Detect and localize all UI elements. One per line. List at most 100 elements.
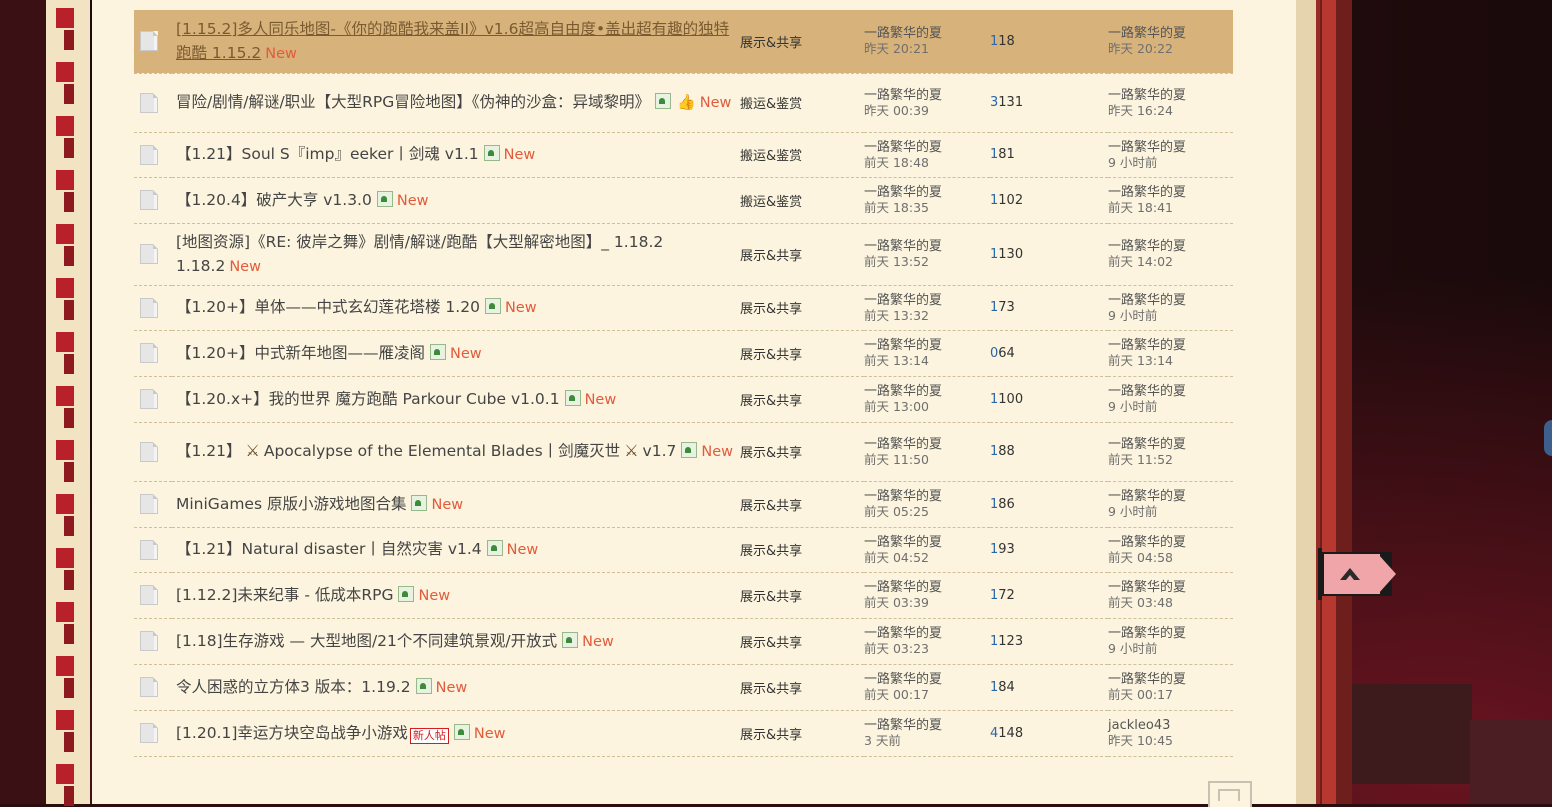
last-post-time[interactable]: 昨天 20:22: [1108, 41, 1233, 56]
last-poster-link[interactable]: 一路繁华的夏: [1108, 580, 1233, 595]
author-name-link[interactable]: 一路繁华的夏: [864, 185, 990, 200]
new-tag[interactable]: New: [701, 444, 733, 460]
forum-category-link[interactable]: 展示&共享: [740, 664, 864, 710]
thread-title-link[interactable]: [1.20.1]幸运方块空岛战争小游戏: [176, 724, 408, 742]
forum-category-link[interactable]: 搬运&鉴赏: [740, 73, 864, 132]
thread-document-icon[interactable]: [140, 244, 158, 264]
last-poster-link[interactable]: 一路繁华的夏: [1108, 140, 1233, 155]
last-post-time[interactable]: 前天 00:17: [1108, 687, 1233, 702]
last-post-time[interactable]: 前天 11:52: [1108, 452, 1233, 467]
forum-category-link[interactable]: 展示&共享: [740, 376, 864, 422]
thread-title-link[interactable]: 【1.20.4】破产大亨 v1.3.0: [176, 191, 372, 209]
new-tag[interactable]: New: [700, 95, 732, 111]
thread-title-link[interactable]: 【1.21】Soul S『imp』eeker丨剑魂 v1.1: [176, 145, 479, 163]
last-post-time[interactable]: 9 小时前: [1108, 399, 1233, 414]
forum-category-link[interactable]: 展示&共享: [740, 422, 864, 481]
author-name-link[interactable]: 一路繁华的夏: [864, 489, 990, 504]
thread-document-icon[interactable]: [140, 539, 158, 560]
thread-document-icon[interactable]: [140, 677, 158, 697]
last-poster-link[interactable]: 一路繁华的夏: [1108, 672, 1233, 687]
last-poster-link[interactable]: 一路繁华的夏: [1108, 535, 1233, 550]
last-poster-link[interactable]: 一路繁华的夏: [1108, 626, 1233, 641]
last-poster-link[interactable]: 一路繁华的夏: [1108, 384, 1233, 399]
last-post-time[interactable]: 9 小时前: [1108, 155, 1233, 170]
new-tag[interactable]: New: [507, 542, 539, 558]
last-post-time[interactable]: 前天 13:14: [1108, 353, 1233, 368]
side-scroll-handle[interactable]: [1544, 420, 1552, 456]
thread-document-icon[interactable]: [140, 343, 158, 363]
forum-category-link[interactable]: 展示&共享: [740, 10, 864, 73]
new-tag[interactable]: New: [505, 300, 537, 316]
author-name-link[interactable]: 一路繁华的夏: [864, 626, 990, 641]
last-post-time[interactable]: 9 小时前: [1108, 504, 1233, 519]
last-poster-link[interactable]: 一路繁华的夏: [1108, 338, 1233, 353]
last-poster-link[interactable]: 一路繁华的夏: [1108, 489, 1233, 504]
new-tag[interactable]: New: [418, 588, 450, 604]
last-post-time[interactable]: 前天 04:58: [1108, 550, 1233, 565]
new-tag[interactable]: New: [582, 634, 614, 650]
author-name-link[interactable]: 一路繁华的夏: [864, 437, 990, 452]
author-name-link[interactable]: 一路繁华的夏: [864, 140, 990, 155]
thread-title-link[interactable]: [1.15.2]多人同乐地图-《你的跑酷我来盖II》v1.6超高自由度•盖出超有…: [176, 20, 729, 62]
last-post-time[interactable]: 昨天 16:24: [1108, 103, 1233, 118]
new-tag[interactable]: New: [504, 147, 536, 163]
thread-document-icon[interactable]: [140, 144, 158, 165]
thread-title-link[interactable]: MiniGames 原版小游戏地图合集: [176, 495, 406, 513]
new-tag[interactable]: New: [585, 392, 617, 408]
last-post-time[interactable]: 9 小时前: [1108, 308, 1233, 323]
new-tag[interactable]: New: [229, 259, 261, 275]
new-tag[interactable]: New: [436, 680, 468, 696]
new-tag[interactable]: New: [431, 497, 463, 513]
forum-category-link[interactable]: 搬运&鉴赏: [740, 177, 864, 223]
thread-document-icon[interactable]: [140, 631, 158, 651]
thread-document-icon[interactable]: [140, 389, 158, 409]
forum-category-link[interactable]: 展示&共享: [740, 481, 864, 527]
last-post-time[interactable]: 前天 18:41: [1108, 200, 1233, 215]
last-poster-link[interactable]: 一路繁华的夏: [1108, 239, 1233, 254]
thread-title-link[interactable]: 令人困惑的立方体3 版本：1.19.2: [176, 678, 411, 696]
forum-category-link[interactable]: 展示&共享: [740, 710, 864, 756]
forum-category-link[interactable]: 展示&共享: [740, 572, 864, 618]
thread-document-icon[interactable]: [140, 297, 158, 318]
author-name-link[interactable]: 一路繁华的夏: [864, 535, 990, 550]
thread-title-link[interactable]: 【1.21】Natural disaster丨自然灾害 v1.4: [176, 540, 482, 558]
last-post-time[interactable]: 昨天 10:45: [1108, 733, 1233, 748]
author-name-link[interactable]: 一路繁华的夏: [864, 239, 990, 254]
author-name-link[interactable]: 一路繁华的夏: [864, 718, 990, 733]
pink-flag-icon[interactable]: [1318, 546, 1398, 600]
last-post-time[interactable]: 9 小时前: [1108, 641, 1233, 656]
thread-title-link[interactable]: 【1.20+】单体——中式玄幻莲花塔楼 1.20: [176, 298, 480, 316]
new-tag[interactable]: New: [397, 193, 429, 209]
last-poster-link[interactable]: jackleo43: [1108, 718, 1233, 733]
thread-title-link[interactable]: [1.18]生存游戏 — 大型地图/21个不同建筑景观/开放式: [176, 632, 557, 650]
last-post-time[interactable]: 前天 03:48: [1108, 595, 1233, 610]
last-poster-link[interactable]: 一路繁华的夏: [1108, 185, 1233, 200]
author-name-link[interactable]: 一路繁华的夏: [864, 672, 990, 687]
forum-category-link[interactable]: 搬运&鉴赏: [740, 132, 864, 177]
last-poster-link[interactable]: 一路繁华的夏: [1108, 293, 1233, 308]
thread-document-icon[interactable]: [140, 585, 158, 605]
thread-document-icon[interactable]: [140, 441, 158, 462]
author-name-link[interactable]: 一路繁华的夏: [864, 338, 990, 353]
last-poster-link[interactable]: 一路繁华的夏: [1108, 437, 1233, 452]
new-tag[interactable]: New: [450, 346, 482, 362]
new-tag[interactable]: New: [265, 46, 297, 62]
thread-document-icon[interactable]: [140, 31, 158, 52]
forum-category-link[interactable]: 展示&共享: [740, 223, 864, 285]
thread-document-icon[interactable]: [140, 494, 158, 514]
thread-document-icon[interactable]: [140, 723, 158, 743]
new-tag[interactable]: New: [474, 726, 506, 742]
forum-category-link[interactable]: 展示&共享: [740, 527, 864, 572]
forum-category-link[interactable]: 展示&共享: [740, 330, 864, 376]
thread-document-icon[interactable]: [140, 190, 158, 210]
thread-title-link[interactable]: 【1.20.x+】我的世界 魔方跑酷 Parkour Cube v1.0.1: [176, 390, 560, 408]
thread-title-link[interactable]: [1.12.2]未来纪事 - 低成本RPG: [176, 586, 393, 604]
last-poster-link[interactable]: 一路繁华的夏: [1108, 26, 1233, 41]
author-name-link[interactable]: 一路繁华的夏: [864, 26, 990, 41]
author-name-link[interactable]: 一路繁华的夏: [864, 580, 990, 595]
forum-category-link[interactable]: 展示&共享: [740, 285, 864, 330]
back-to-top-icon[interactable]: [1208, 781, 1252, 807]
forum-category-link[interactable]: 展示&共享: [740, 618, 864, 664]
thread-title-link[interactable]: 【1.21】 ⚔ Apocalypse of the Elemental Blade…: [176, 441, 676, 460]
thread-title-link[interactable]: 冒险/剧情/解谜/职业【大型RPG冒险地图】《伪神的沙盒：异域黎明》: [176, 93, 650, 111]
